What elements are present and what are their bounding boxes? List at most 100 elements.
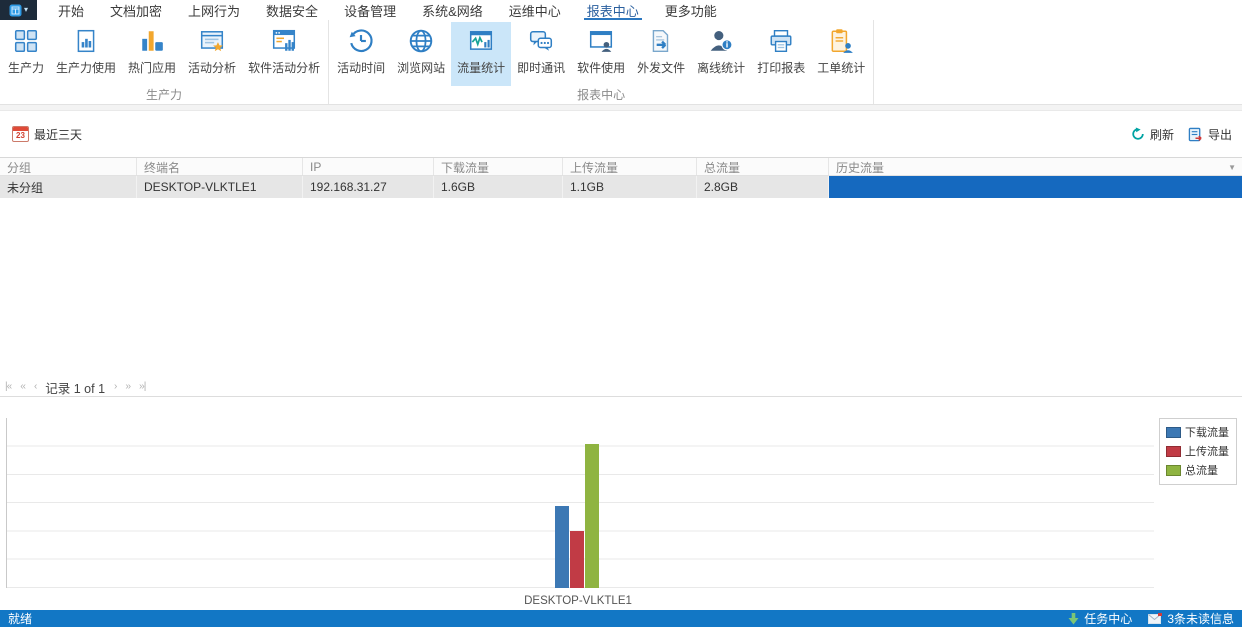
ribbon-group-label: 报表中心	[577, 88, 626, 102]
legend-label: 上传流量	[1185, 446, 1229, 458]
cell-terminal: DESKTOP-VLKTLE1	[137, 176, 303, 198]
ribbon-item-label: 浏览网站	[397, 61, 446, 75]
ribbon-item-offline-stats[interactable]: 离线统计	[691, 22, 751, 86]
prev-page-icon[interactable]: ‹	[34, 382, 38, 392]
cell-download: 1.6GB	[434, 176, 563, 198]
window-user-icon	[586, 25, 616, 57]
productivity-grid-icon	[11, 25, 41, 57]
app-logo-icon	[9, 4, 22, 17]
globe-icon	[406, 25, 436, 57]
ribbon-item-label: 软件活动分析	[248, 61, 321, 75]
ribbon-item-label: 热门应用	[128, 61, 177, 75]
menu-tabs: 开始 文档加密 上网行为 数据安全 设备管理 系统&网络 运维中心 报表中心 更…	[45, 0, 730, 20]
legend-label: 下载流量	[1185, 427, 1229, 439]
ribbon-item-work-order-stats[interactable]: 工单统计	[811, 22, 871, 86]
app-window: ▾ 开始 文档加密 上网行为 数据安全 设备管理 系统&网络 运维中心 报表中心…	[0, 0, 1242, 627]
chart-category-label: DESKTOP-VLKTLE1	[524, 595, 632, 607]
next-page-icon[interactable]: ›	[114, 382, 118, 392]
last-page-icon[interactable]: ››|	[139, 382, 146, 392]
ribbon-item-browse-websites[interactable]: 浏览网站	[391, 22, 451, 86]
mail-icon	[1148, 613, 1163, 624]
tab-device-management[interactable]: 设备管理	[331, 0, 409, 20]
chevron-down-icon: ▾	[23, 5, 28, 14]
window-star-icon	[197, 25, 227, 57]
column-header-history[interactable]: 历史流量 ▼	[829, 158, 1242, 175]
legend-swatch	[1166, 464, 1181, 476]
download-arrow-icon	[1068, 612, 1079, 625]
traffic-waveform-icon	[466, 25, 496, 57]
legend-swatch	[1166, 445, 1181, 457]
refresh-button[interactable]: 刷新	[1131, 126, 1174, 143]
traffic-bar-chart: DESKTOP-VLKTLE1 下载流量上传流量总流量	[0, 397, 1242, 610]
ribbon-item-outgoing-files[interactable]: 外发文件	[631, 22, 691, 86]
legend-entry: 总流量	[1166, 462, 1231, 478]
legend-label: 总流量	[1185, 465, 1218, 477]
refresh-label: 刷新	[1149, 127, 1174, 142]
tab-data-security[interactable]: 数据安全	[253, 0, 331, 20]
tab-more-features[interactable]: 更多功能	[652, 0, 730, 20]
tab-internet-behavior[interactable]: 上网行为	[175, 0, 253, 20]
column-header-group[interactable]: 分组	[0, 158, 137, 175]
ribbon-item-software-usage[interactable]: 软件使用	[571, 22, 631, 86]
chart-legend: 下载流量上传流量总流量	[1159, 418, 1237, 485]
fast-prev-page-icon[interactable]: ‹‹	[20, 382, 26, 392]
ribbon-item-label: 活动时间	[337, 61, 386, 75]
tab-ops-center[interactable]: 运维中心	[496, 0, 574, 20]
ribbon-divider	[0, 104, 1242, 111]
ribbon-item-productivity[interactable]: 生产力	[2, 22, 50, 86]
ribbon-item-traffic-stats[interactable]: 流量统计	[451, 22, 512, 86]
chat-bubbles-icon	[526, 25, 556, 57]
view-toolbar: 23 最近三天 刷新 导出	[0, 111, 1242, 157]
column-menu-icon[interactable]: ▼	[1228, 163, 1236, 172]
column-header-upload[interactable]: 上传流量	[563, 158, 697, 175]
chart-bar	[585, 444, 599, 588]
date-range-button[interactable]: 23 最近三天	[12, 126, 82, 143]
refresh-icon	[1131, 127, 1145, 141]
unread-messages-label: 3条未读信息	[1167, 612, 1234, 626]
user-info-icon	[706, 25, 736, 57]
bar-chart-icon	[137, 25, 167, 57]
tab-document-encryption[interactable]: 文档加密	[97, 0, 175, 20]
ribbon-item-label: 离线统计	[697, 61, 746, 75]
ribbon-item-print-reports[interactable]: 打印报表	[751, 22, 811, 86]
chart-bar-group	[555, 444, 599, 588]
task-center-button[interactable]: 任务中心	[1068, 610, 1132, 627]
date-range-label: 最近三天	[34, 127, 83, 142]
export-button[interactable]: 导出	[1188, 126, 1232, 143]
status-ready-label: 就绪	[8, 612, 33, 626]
first-page-icon[interactable]: |‹‹	[5, 382, 12, 392]
unread-messages-button[interactable]: 3条未读信息	[1148, 610, 1234, 627]
ribbon-group-report-center: 活动时间 浏览网站 流量统计 即时通讯 软件使用 外发文件 离线统计 打印报表 …	[329, 20, 875, 104]
table-row[interactable]: 未分组 DESKTOP-VLKTLE1 192.168.31.27 1.6GB …	[0, 176, 1242, 198]
clipboard-user-icon	[826, 25, 856, 57]
ribbon-item-activity-time[interactable]: 活动时间	[331, 22, 391, 86]
ribbon-item-label: 生产力使用	[56, 61, 117, 75]
document-chart-icon	[71, 25, 101, 57]
tab-system-network[interactable]: 系统&网络	[409, 0, 496, 20]
cell-total: 2.8GB	[697, 176, 829, 198]
export-label: 导出	[1207, 127, 1232, 142]
export-icon	[1188, 127, 1203, 142]
cell-group: 未分组	[0, 176, 137, 198]
ribbon-item-activity-analysis[interactable]: 活动分析	[182, 22, 242, 86]
ribbon-item-productivity-usage[interactable]: 生产力使用	[50, 22, 122, 86]
ribbon-item-instant-messaging[interactable]: 即时通讯	[511, 22, 571, 86]
table-header: 分组 终端名 IP 下载流量 上传流量 总流量 历史流量 ▼	[0, 157, 1242, 176]
tab-report-center[interactable]: 报表中心	[574, 0, 652, 20]
column-header-total[interactable]: 总流量	[697, 158, 829, 175]
chart-bar	[570, 531, 584, 588]
record-count-label: 记录 1 of 1	[45, 381, 106, 396]
tab-start[interactable]: 开始	[45, 0, 97, 20]
app-menu-button[interactable]: ▾	[0, 0, 37, 20]
column-header-download[interactable]: 下载流量	[434, 158, 563, 175]
ribbon-item-software-activity-analysis[interactable]: 软件活动分析	[242, 22, 326, 86]
fast-next-page-icon[interactable]: ››	[125, 382, 131, 392]
column-header-label: 历史流量	[836, 160, 885, 175]
column-header-terminal[interactable]: 终端名	[137, 158, 303, 175]
menu-bar: ▾ 开始 文档加密 上网行为 数据安全 设备管理 系统&网络 运维中心 报表中心…	[0, 0, 1242, 20]
ribbon-empty-area	[874, 20, 1242, 104]
ribbon-item-label: 外发文件	[637, 61, 686, 75]
ribbon-item-label: 打印报表	[757, 61, 806, 75]
ribbon-item-hot-apps[interactable]: 热门应用	[122, 22, 182, 86]
column-header-ip[interactable]: IP	[303, 158, 434, 175]
